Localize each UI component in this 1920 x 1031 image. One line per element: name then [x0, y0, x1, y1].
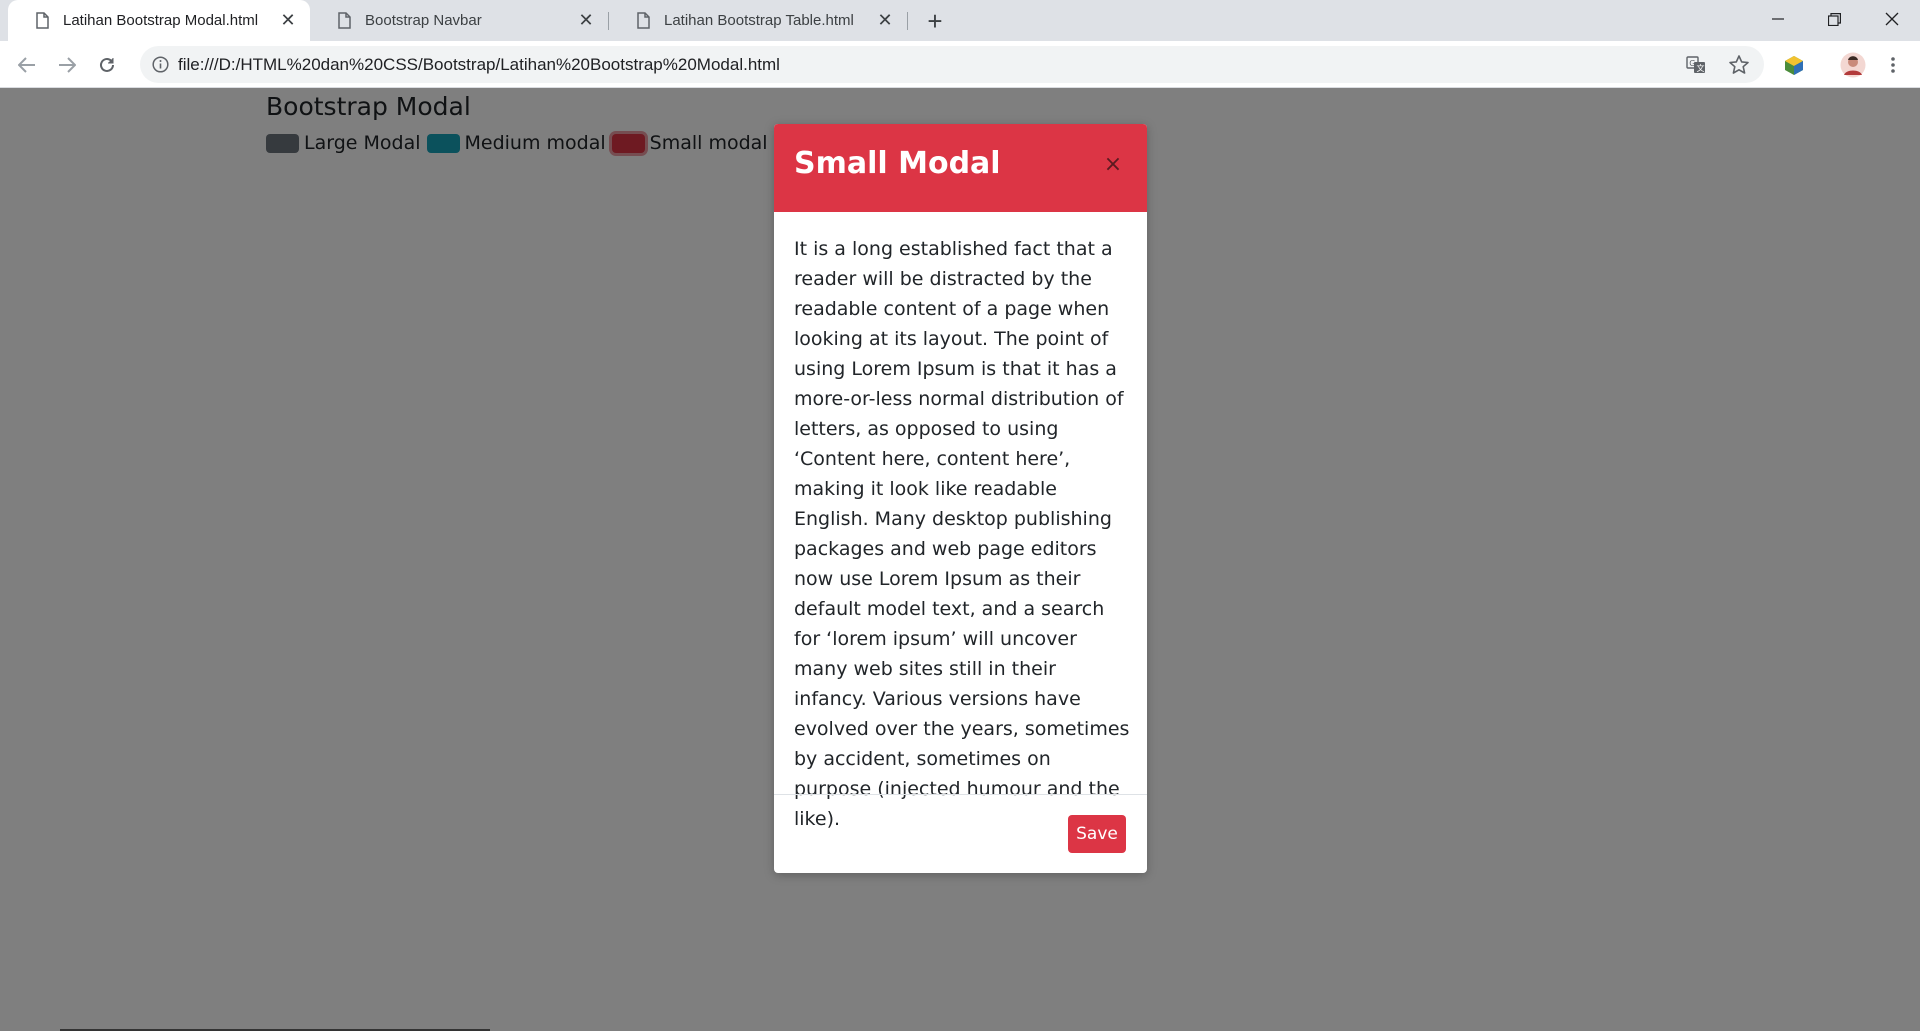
modal-body-text: It is a long established fact that a rea… [794, 238, 1130, 830]
tab-label: Latihan Bootstrap Modal.html [63, 12, 259, 29]
modal-header: Small Modal × [774, 124, 1147, 212]
tab-label: Bootstrap Navbar [365, 12, 482, 29]
save-button[interactable]: Save [1068, 815, 1126, 853]
tab-separator [907, 12, 908, 30]
address-bar[interactable]: file:///D:/HTML%20dan%20CSS/Bootstrap/La… [140, 46, 1764, 83]
svg-text:文: 文 [1697, 63, 1705, 73]
minimize-button[interactable] [1750, 0, 1806, 38]
tab-bootstrap-navbar[interactable]: Bootstrap Navbar ✕ [310, 0, 608, 41]
minimize-icon [1772, 18, 1784, 20]
more-menu-button[interactable] [1878, 50, 1908, 80]
more-menu-icon [1891, 57, 1895, 73]
tab-label: Latihan Bootstrap Table.html [664, 12, 854, 29]
star-icon[interactable] [1728, 54, 1750, 76]
file-icon [637, 12, 650, 29]
close-tab-icon[interactable]: ✕ [574, 9, 598, 33]
modal-title: Small Modal [794, 146, 1001, 181]
new-tab-button[interactable]: + [922, 8, 948, 34]
info-icon[interactable] [152, 56, 169, 73]
extension-button[interactable] [1779, 50, 1809, 80]
small-modal-dialog: Small Modal × It is a long established f… [774, 124, 1147, 873]
back-arrow-icon [18, 57, 35, 73]
extension-icon [1785, 56, 1803, 75]
tab-latihan-bootstrap-table[interactable]: Latihan Bootstrap Table.html ✕ [609, 0, 907, 41]
page-viewport: Bootstrap Modal Large Modal Medium modal… [0, 88, 1920, 1031]
modal-footer-divider [774, 794, 1147, 795]
file-icon [338, 12, 351, 29]
profile-button[interactable] [1838, 50, 1868, 80]
profile-avatar [1840, 52, 1866, 78]
forward-button[interactable] [52, 50, 82, 80]
back-button[interactable] [12, 50, 42, 80]
forward-arrow-icon [59, 57, 76, 73]
file-icon [36, 12, 49, 29]
url-text[interactable]: file:///D:/HTML%20dan%20CSS/Bootstrap/La… [178, 55, 780, 75]
tab-latihan-bootstrap-modal[interactable]: Latihan Bootstrap Modal.html ✕ [8, 0, 310, 41]
tab-strip: Latihan Bootstrap Modal.html ✕ Bootstrap… [0, 0, 1920, 41]
reload-button[interactable] [92, 50, 122, 80]
close-tab-icon[interactable]: ✕ [276, 9, 300, 33]
restore-button[interactable] [1806, 0, 1862, 38]
svg-text:G: G [1689, 59, 1695, 68]
translate-icon[interactable]: G文 [1686, 55, 1706, 75]
reload-icon [100, 57, 114, 72]
close-window-button[interactable] [1864, 0, 1920, 38]
browser-toolbar: file:///D:/HTML%20dan%20CSS/Bootstrap/La… [0, 41, 1920, 88]
restore-icon [1827, 12, 1841, 26]
close-tab-icon[interactable]: ✕ [873, 9, 897, 33]
close-icon [1885, 12, 1899, 26]
close-icon[interactable]: × [1098, 149, 1128, 179]
